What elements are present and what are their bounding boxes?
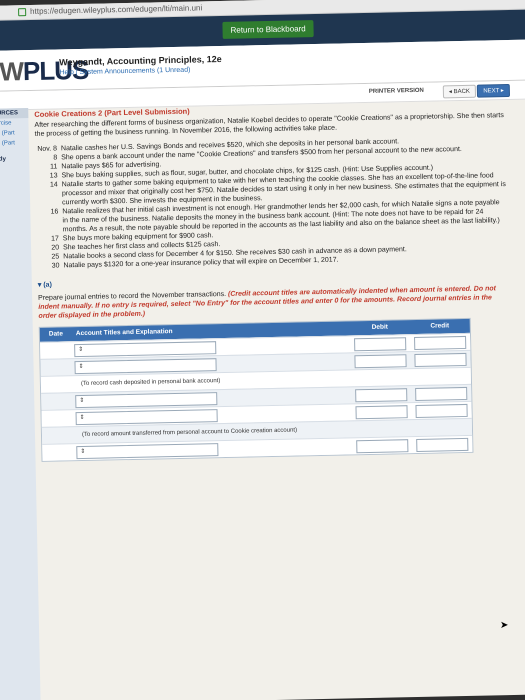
debit-cell [351, 386, 411, 403]
select-arrows-icon: ⇕ [78, 363, 84, 370]
course-title: Weygandt, Accounting Principles, 12e [59, 53, 222, 68]
debit-input[interactable] [354, 336, 407, 351]
debit-input[interactable] [355, 404, 408, 419]
header-debit: Debit [371, 323, 389, 331]
debit-cell [350, 352, 410, 369]
event-date: 17 [51, 235, 59, 243]
logo-prefix: W [0, 56, 24, 87]
credit-input[interactable] [415, 386, 468, 401]
select-arrows-icon: ⇕ [80, 448, 86, 455]
debit-input[interactable] [356, 438, 409, 453]
entry-explanation: (To record amount transferred from perso… [81, 426, 298, 438]
question-content: Cookie Creations 2 (Part Level Submissio… [34, 100, 511, 462]
debit-cell [352, 437, 412, 454]
debit-cell [352, 420, 412, 437]
event-list: Nov. 8 Natalie cashes her U.S. Savings Bo… [35, 135, 508, 271]
date-cell[interactable] [42, 444, 74, 461]
lock-icon [18, 8, 27, 17]
credit-cell [410, 334, 470, 351]
sidebar-study-link[interactable]: Study [0, 148, 29, 171]
entry-explanation: (To record cash deposited in personal ba… [80, 377, 221, 387]
journal-entry-table: Date Account Titles and Explanation Debi… [38, 317, 474, 462]
date-cell [41, 376, 73, 393]
account-select[interactable]: ⇕ [75, 408, 218, 425]
credit-input[interactable] [414, 335, 467, 350]
event-date: 14 [49, 181, 58, 189]
debit-cell [351, 369, 411, 386]
debit-input[interactable] [354, 353, 407, 368]
credit-cell [412, 419, 472, 436]
browser-page: https://edugen.wileyplus.com/edugen/lti/… [0, 0, 525, 700]
return-to-blackboard-button[interactable]: Return to Blackboard [222, 20, 314, 39]
debit-input[interactable] [355, 387, 408, 402]
account-select[interactable]: ⇕ [76, 442, 219, 459]
credit-input[interactable] [415, 403, 468, 418]
event-date: 25 [51, 253, 60, 261]
account-select[interactable]: ⇕ [74, 340, 217, 357]
event-date: 20 [51, 244, 60, 252]
event-date: 13 [49, 172, 58, 180]
header-credit: Credit [430, 322, 450, 330]
mouse-cursor-icon: ➤ [500, 620, 509, 631]
select-arrows-icon: ⇕ [79, 397, 85, 404]
event-date: Nov. 8 [37, 145, 58, 153]
instructions: Prepare journal entries to record the No… [38, 284, 508, 321]
debit-cell [351, 403, 411, 420]
date-cell [42, 427, 74, 444]
credit-cell [412, 436, 472, 453]
next-button[interactable]: NEXT ▸ [477, 83, 511, 98]
event-date: 11 [50, 163, 58, 171]
screen: https://edugen.wileyplus.com/edugen/lti/… [0, 0, 525, 700]
debit-cell [350, 335, 410, 352]
credit-cell [410, 351, 470, 368]
date-cell[interactable] [40, 342, 72, 359]
credit-cell [411, 385, 471, 402]
back-button[interactable]: ◂ BACK [442, 84, 477, 99]
select-arrows-icon: ⇕ [78, 346, 84, 353]
event-date: 16 [50, 208, 59, 216]
event-date: 30 [51, 262, 60, 270]
date-cell[interactable] [41, 393, 73, 410]
header-date: Date [48, 330, 64, 338]
date-cell[interactable] [41, 410, 73, 427]
date-cell[interactable] [40, 359, 72, 376]
resources-sidebar: SOURCES Exercise ns 1 (Part ns 4 (Part S… [0, 108, 41, 700]
account-select[interactable]: ⇕ [75, 391, 218, 408]
credit-input[interactable] [414, 352, 467, 367]
instructions-warning: (Credit account titles are automatically… [38, 285, 496, 320]
account-select[interactable]: ⇕ [74, 357, 217, 374]
credit-cell [411, 402, 471, 419]
event-date: 8 [53, 154, 58, 162]
select-arrows-icon: ⇕ [79, 414, 85, 421]
credit-cell [411, 368, 471, 385]
help-announcements-links[interactable]: Help | System Announcements (1 Unread) [59, 67, 190, 77]
credit-input[interactable] [416, 437, 469, 452]
printer-version-link[interactable]: PRINTER VERSION [369, 88, 424, 95]
